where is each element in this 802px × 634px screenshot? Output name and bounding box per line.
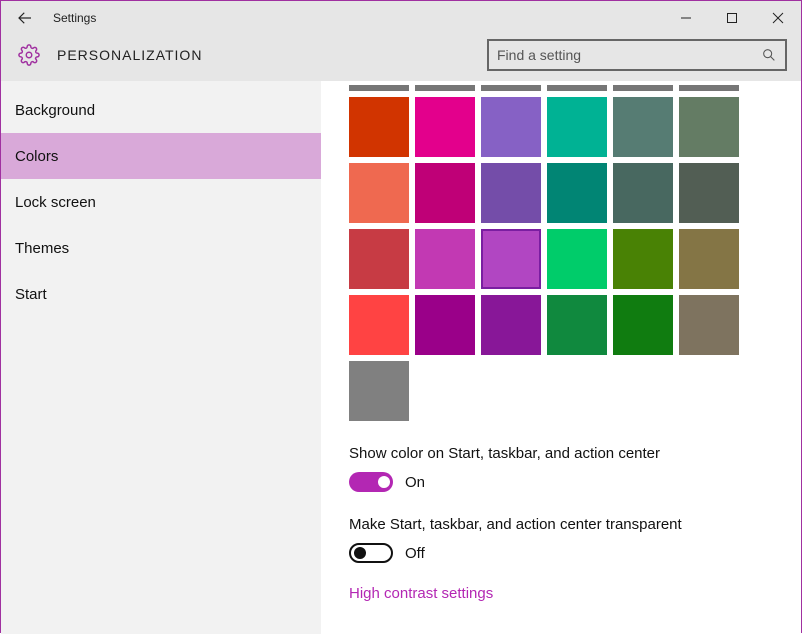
color-swatch[interactable] (679, 163, 739, 223)
title-bar: Settings (1, 1, 801, 35)
color-swatch[interactable] (613, 295, 673, 355)
color-swatch[interactable] (481, 295, 541, 355)
color-swatch[interactable] (547, 97, 607, 157)
sidebar-item-lock-screen[interactable]: Lock screen (1, 179, 321, 225)
palette-row (349, 361, 781, 421)
maximize-icon (726, 12, 738, 24)
color-swatch[interactable] (349, 295, 409, 355)
color-swatch[interactable] (415, 85, 475, 91)
minimize-icon (680, 12, 692, 24)
close-button[interactable] (755, 1, 801, 35)
color-swatch[interactable] (547, 163, 607, 223)
back-button[interactable] (1, 1, 49, 35)
search-icon (761, 47, 777, 63)
toggle-state: On (405, 474, 425, 491)
sidebar-item-background[interactable]: Background (1, 87, 321, 133)
color-swatch[interactable] (415, 97, 475, 157)
color-swatch[interactable] (613, 85, 673, 91)
color-swatch[interactable] (415, 163, 475, 223)
color-swatch[interactable] (481, 97, 541, 157)
color-swatch[interactable] (415, 295, 475, 355)
color-swatch[interactable] (547, 85, 607, 91)
palette-row (349, 295, 781, 355)
color-swatch[interactable] (613, 229, 673, 289)
color-swatch[interactable] (481, 163, 541, 223)
toggle-transparent[interactable] (349, 543, 393, 563)
window-controls (663, 1, 801, 35)
settings-gear-icon (15, 44, 43, 66)
main: BackgroundColorsLock screenThemesStart S… (1, 81, 801, 634)
toggle-state: Off (405, 545, 425, 562)
color-swatch[interactable] (679, 97, 739, 157)
section-title: PERSONALIZATION (57, 47, 487, 63)
color-swatch[interactable] (613, 97, 673, 157)
window-title: Settings (49, 11, 663, 25)
color-swatch[interactable] (349, 163, 409, 223)
palette-row (349, 229, 781, 289)
palette-row (349, 163, 781, 223)
palette-row-partial (349, 85, 781, 91)
sidebar-item-colors[interactable]: Colors (1, 133, 321, 179)
arrow-left-icon (16, 9, 34, 27)
color-swatch[interactable] (547, 229, 607, 289)
palette-row (349, 97, 781, 157)
color-swatch[interactable] (679, 229, 739, 289)
setting-label: Make Start, taskbar, and action center t… (349, 516, 781, 533)
content: Show color on Start, taskbar, and action… (321, 81, 801, 634)
setting-show-color: Show color on Start, taskbar, and action… (349, 445, 781, 492)
setting-label: Show color on Start, taskbar, and action… (349, 445, 781, 462)
color-swatch[interactable] (613, 163, 673, 223)
color-palette (349, 97, 781, 421)
close-icon (772, 12, 784, 24)
color-swatch[interactable] (349, 229, 409, 289)
high-contrast-link[interactable]: High contrast settings (349, 585, 781, 602)
search-input[interactable] (497, 47, 761, 63)
color-swatch[interactable] (481, 229, 541, 289)
header: PERSONALIZATION (1, 35, 801, 81)
maximize-button[interactable] (709, 1, 755, 35)
color-swatch[interactable] (349, 97, 409, 157)
setting-transparent: Make Start, taskbar, and action center t… (349, 516, 781, 563)
color-swatch[interactable] (481, 85, 541, 91)
color-swatch[interactable] (349, 361, 409, 421)
color-swatch[interactable] (679, 295, 739, 355)
search-box[interactable] (487, 39, 787, 71)
color-swatch[interactable] (349, 85, 409, 91)
minimize-button[interactable] (663, 1, 709, 35)
color-swatch[interactable] (415, 229, 475, 289)
color-swatch[interactable] (547, 295, 607, 355)
gear-icon (18, 44, 40, 66)
color-swatch[interactable] (679, 85, 739, 91)
sidebar-item-start[interactable]: Start (1, 271, 321, 317)
sidebar-item-themes[interactable]: Themes (1, 225, 321, 271)
toggle-show-color[interactable] (349, 472, 393, 492)
sidebar: BackgroundColorsLock screenThemesStart (1, 81, 321, 634)
